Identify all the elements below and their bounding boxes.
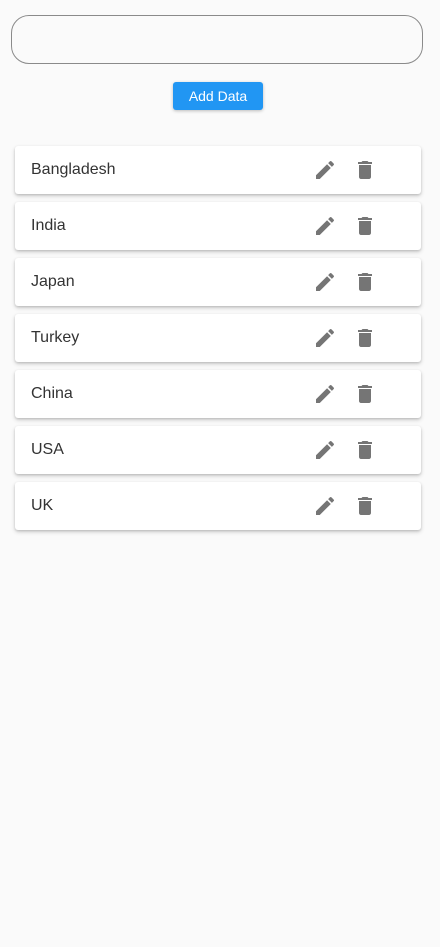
trash-icon [358, 217, 372, 235]
trash-icon [358, 161, 372, 179]
list-item: Japan [15, 258, 421, 306]
list-item-label: Bangladesh [31, 161, 116, 178]
trash-icon [358, 273, 372, 291]
delete-button[interactable] [353, 158, 377, 182]
trash-icon [358, 329, 372, 347]
trash-icon [358, 385, 372, 403]
pencil-icon [316, 328, 335, 347]
list-item: India [15, 202, 421, 250]
list-item-label: India [31, 217, 66, 234]
pencil-icon [316, 216, 335, 235]
trash-icon [358, 441, 372, 459]
pencil-icon [316, 160, 335, 179]
edit-button[interactable] [313, 326, 337, 350]
pencil-icon [316, 440, 335, 459]
data-input[interactable] [12, 16, 422, 63]
list-item-label: Turkey [31, 329, 80, 346]
delete-button[interactable] [353, 214, 377, 238]
delete-button[interactable] [353, 270, 377, 294]
list-item-label: Japan [31, 273, 75, 290]
list-item: USA [15, 426, 421, 474]
text-field[interactable] [11, 15, 423, 64]
delete-button[interactable] [353, 382, 377, 406]
pencil-icon [316, 496, 335, 515]
list-item: China [15, 370, 421, 418]
country-list: Bangladesh India Japan Turkey China USA … [15, 146, 421, 538]
edit-button[interactable] [313, 270, 337, 294]
list-item-label: USA [31, 441, 64, 458]
add-data-button[interactable]: Add Data [173, 82, 263, 110]
edit-button[interactable] [313, 214, 337, 238]
list-item-label: China [31, 385, 73, 402]
trash-icon [358, 497, 372, 515]
list-item-label: UK [31, 497, 54, 514]
edit-button[interactable] [313, 382, 337, 406]
list-item: UK [15, 482, 421, 530]
list-item: Turkey [15, 314, 421, 362]
delete-button[interactable] [353, 326, 377, 350]
pencil-icon [316, 272, 335, 291]
delete-button[interactable] [353, 494, 377, 518]
list-item: Bangladesh [15, 146, 421, 194]
edit-button[interactable] [313, 494, 337, 518]
edit-button[interactable] [313, 158, 337, 182]
edit-button[interactable] [313, 438, 337, 462]
delete-button[interactable] [353, 438, 377, 462]
pencil-icon [316, 384, 335, 403]
